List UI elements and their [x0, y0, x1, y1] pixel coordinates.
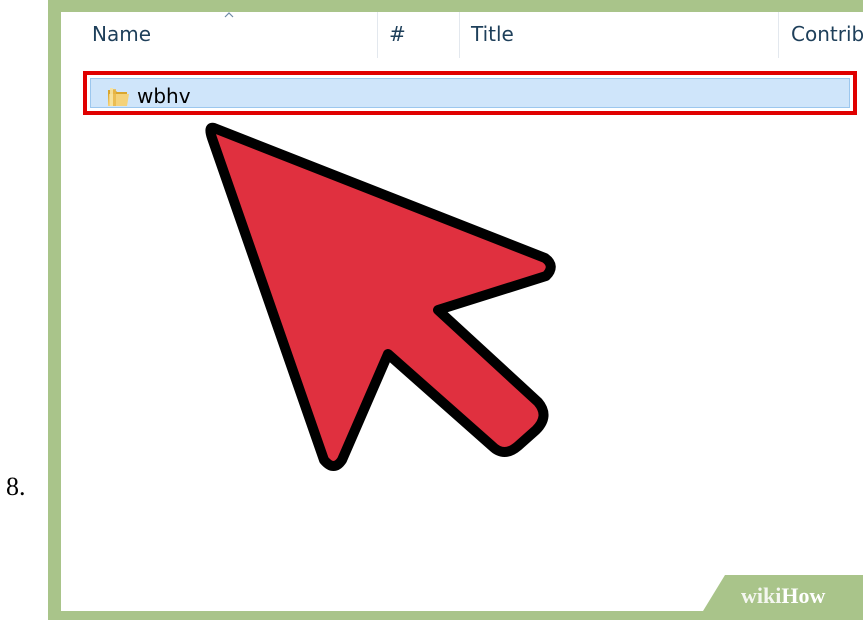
list-item-wbhv[interactable]: wbhv [90, 78, 850, 108]
watermark-how: How [781, 583, 825, 608]
column-divider[interactable] [459, 12, 460, 58]
wikihow-watermark: wikiHow [703, 575, 863, 611]
step-number: 8. [6, 472, 26, 501]
folder-icon [107, 86, 131, 108]
highlight-box: wbhv [83, 71, 857, 115]
column-divider[interactable] [778, 12, 779, 58]
column-header-name[interactable]: Name [92, 22, 151, 46]
column-header-contributing-artists[interactable]: Contrib [791, 22, 863, 46]
column-header-row: Name # Title Contrib [61, 12, 863, 60]
column-divider[interactable] [377, 12, 378, 58]
watermark-wiki: wiki [741, 583, 781, 608]
sort-arrow-icon [224, 12, 234, 18]
column-header-number[interactable]: # [389, 22, 406, 46]
column-header-title[interactable]: Title [471, 22, 514, 46]
list-item-label: wbhv [137, 84, 191, 108]
svg-text:wikiHow: wikiHow [741, 583, 825, 608]
arrow-pointer-icon [205, 122, 556, 471]
